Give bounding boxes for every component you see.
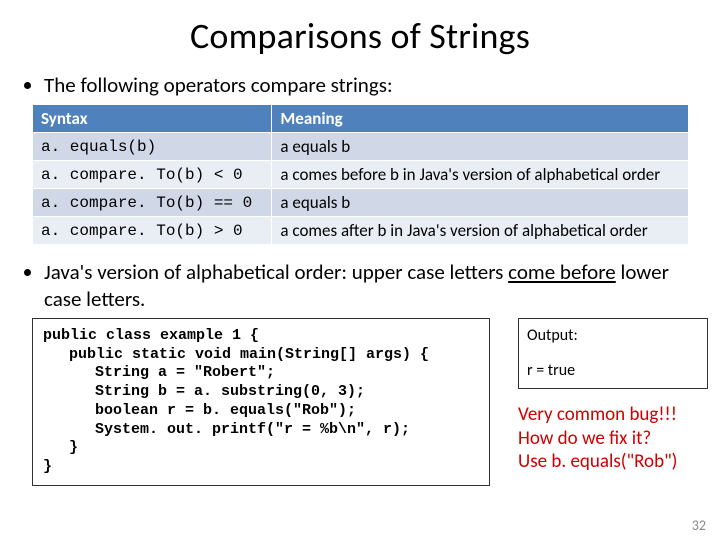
cell-meaning: a comes after b in Java's version of alp…	[272, 217, 688, 245]
cell-syntax: a. compare. To(b) > 0	[33, 217, 272, 245]
side-note: Very common bug!!! How do we fix it? Use…	[518, 403, 720, 474]
sidenote-line: Use b. equals("Rob")	[518, 450, 720, 474]
code-line: boolean r = b. equals("Rob");	[43, 402, 479, 421]
th-syntax: Syntax	[33, 105, 272, 133]
table-row: a. equals(b) a equals b	[33, 133, 689, 161]
bullet2-pre: Java's version of alphabetical order: up…	[44, 259, 508, 285]
cell-syntax: a. equals(b)	[33, 133, 272, 161]
table-row: a. compare. To(b) < 0 a comes before b i…	[33, 161, 689, 189]
bullet-list-bottom: Java's version of alphabetical order: up…	[18, 259, 702, 312]
page-number: 32	[692, 517, 706, 534]
slide: Comparisons of Strings The following ope…	[0, 0, 720, 540]
code-line: System. out. printf("r = %b\n", r);	[43, 421, 479, 440]
code-line: String b = a. substring(0, 3);	[43, 383, 479, 402]
cell-meaning: a comes before b in Java's version of al…	[272, 161, 688, 189]
output-box: Output: r = true	[518, 318, 708, 389]
code-line: public static void main(String[] args) {	[43, 346, 479, 365]
sidenote-line: How do we fix it?	[518, 427, 720, 451]
bullet-list-top: The following operators compare strings:	[18, 72, 702, 98]
code-example-box: public class example 1 { public static v…	[32, 318, 490, 486]
bullet-compare-intro: The following operators compare strings:	[44, 72, 702, 98]
bullet2-underline: come before	[508, 259, 616, 285]
cell-meaning: a equals b	[272, 189, 688, 217]
cell-meaning: a equals b	[272, 133, 688, 161]
cell-syntax: a. compare. To(b) == 0	[33, 189, 272, 217]
bullet-alpha-order: Java's version of alphabetical order: up…	[44, 259, 702, 312]
output-line: r = true	[527, 360, 699, 382]
code-line: public class example 1 {	[43, 327, 479, 346]
table-row: a. compare. To(b) == 0 a equals b	[33, 189, 689, 217]
code-line: String a = "Robert";	[43, 364, 479, 383]
slide-title: Comparisons of Strings	[18, 14, 702, 58]
th-meaning: Meaning	[272, 105, 688, 133]
code-line: }	[43, 458, 479, 477]
cell-syntax: a. compare. To(b) < 0	[33, 161, 272, 189]
table-row: a. compare. To(b) > 0 a comes after b in…	[33, 217, 689, 245]
comparison-table: Syntax Meaning a. equals(b) a equals b a…	[32, 104, 689, 245]
output-label: Output:	[527, 325, 699, 347]
code-line: }	[43, 439, 479, 458]
sidenote-line: Very common bug!!!	[518, 403, 720, 427]
